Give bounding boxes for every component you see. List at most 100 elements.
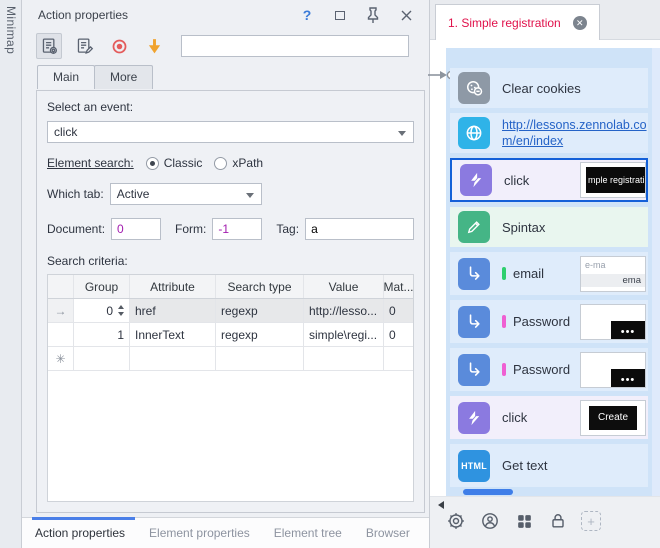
action-block-set-password[interactable]: Password ••• — [450, 300, 648, 343]
radio-xpath[interactable] — [214, 157, 227, 170]
action-block-set-email[interactable]: email e-ma ema — [450, 252, 648, 295]
cell-match[interactable]: 0 — [384, 299, 413, 322]
cell-attribute[interactable]: href — [130, 299, 216, 322]
cell-value[interactable]: simple\regi... — [304, 323, 384, 346]
radio-classic[interactable] — [146, 157, 159, 170]
record-icon[interactable] — [106, 33, 132, 59]
action-properties-tool-button[interactable] — [36, 33, 62, 59]
tag-label: Tag: — [276, 222, 299, 236]
cell-value[interactable] — [304, 347, 384, 370]
radio-classic-label[interactable]: Classic — [164, 156, 203, 170]
globe-icon — [458, 117, 490, 149]
action-block-set-password[interactable]: Password ••• — [450, 348, 648, 391]
property-tabs: Main More — [37, 65, 429, 89]
block-label: email — [513, 266, 544, 281]
search-criteria-label: Search criteria: — [47, 254, 414, 268]
block-thumbnail: mple registrati — [580, 162, 646, 198]
element-search-label[interactable]: Element search: — [47, 156, 134, 170]
edit-template-tool-button[interactable] — [71, 33, 97, 59]
bottom-tab-element-properties[interactable]: Element properties — [149, 526, 250, 540]
cell-value[interactable]: http://lesso... — [304, 299, 384, 322]
action-block-click-create[interactable]: click Create — [450, 396, 648, 439]
settings-icon[interactable] — [445, 510, 467, 532]
header-value[interactable]: Value — [304, 275, 384, 298]
form-input[interactable] — [212, 218, 262, 240]
table-new-row[interactable]: ✳ — [48, 347, 413, 371]
block-label: Password — [513, 362, 570, 377]
which-tab-label: Which tab: — [47, 187, 104, 201]
cell-group[interactable] — [74, 347, 130, 370]
project-tab[interactable]: 1. Simple registration ✕ — [435, 4, 600, 41]
close-icon[interactable] — [395, 5, 417, 25]
insert-action-arrow-icon[interactable] — [141, 33, 167, 59]
action-properties-window: Action properties ? Main More Select an … — [22, 0, 430, 548]
header-attribute[interactable]: Attribute — [130, 275, 216, 298]
cell-attribute[interactable] — [130, 347, 216, 370]
event-select[interactable]: click — [47, 121, 414, 143]
active-tab-indicator — [32, 517, 135, 520]
new-row-indicator: ✳ — [48, 347, 74, 370]
horizontal-scrollbar-thumb[interactable] — [463, 489, 513, 495]
thumbnail-password-dots: ••• — [611, 321, 645, 339]
header-search-type[interactable]: Search type — [216, 275, 304, 298]
maximize-icon[interactable] — [329, 5, 351, 25]
cell-group[interactable]: 0 — [74, 299, 130, 322]
bottom-tab-browser[interactable]: Browser — [366, 526, 410, 540]
table-row[interactable]: 1 InnerText regexp simple\regi... 0 — [48, 323, 413, 347]
minimap-label: Minimap — [4, 6, 18, 54]
thumbnail-password-dots: ••• — [611, 369, 645, 387]
bottom-tab-action-properties[interactable]: Action properties — [35, 526, 125, 540]
block-label: click — [502, 410, 527, 425]
which-tab-select[interactable]: Active — [110, 183, 262, 205]
scroll-left-icon[interactable] — [438, 501, 444, 509]
lock-icon[interactable] — [547, 510, 569, 532]
header-match[interactable]: Mat... — [384, 275, 413, 298]
profile-icon[interactable] — [479, 510, 501, 532]
event-select-value: click — [54, 125, 77, 139]
tab-more[interactable]: More — [94, 65, 153, 89]
status-marker — [502, 267, 506, 280]
cell-search-type[interactable]: regexp — [216, 299, 304, 322]
window-titlebar: Action properties ? — [22, 0, 429, 30]
set-value-icon — [458, 354, 490, 386]
flowchart-area: Clear cookies http://lessons.zennolab.co… — [430, 40, 660, 496]
action-block-goto-url[interactable]: http://lessons.zennolab.com/en/index — [450, 113, 648, 153]
cell-search-type[interactable] — [216, 347, 304, 370]
capture-icon[interactable]: + — [581, 511, 601, 531]
cell-attribute[interactable]: InnerText — [130, 323, 216, 346]
radio-xpath-label[interactable]: xPath — [232, 156, 263, 170]
cell-match[interactable]: 0 — [384, 323, 413, 346]
pin-icon[interactable] — [362, 5, 384, 25]
table-row[interactable]: → 0 href regexp http://lesso... 0 — [48, 299, 413, 323]
lightning-icon — [460, 164, 492, 196]
tab-main[interactable]: Main — [37, 65, 95, 89]
bottom-tab-element-tree[interactable]: Element tree — [274, 526, 342, 540]
group-spinner[interactable] — [118, 305, 124, 316]
document-input[interactable] — [111, 218, 161, 240]
search-criteria-table: Group Attribute Search type Value Mat...… — [47, 274, 414, 502]
block-url-link[interactable]: http://lessons.zennolab.com/en/index — [502, 117, 648, 150]
action-block-spintax[interactable]: Spintax — [450, 207, 648, 247]
action-block-click-selected[interactable]: click mple registrati — [450, 158, 648, 202]
cell-match[interactable] — [384, 347, 413, 370]
block-thumbnail: e-ma ema — [580, 256, 646, 292]
block-label: Get text — [502, 458, 548, 473]
tag-input[interactable] — [305, 218, 414, 240]
window-title: Action properties — [38, 8, 285, 22]
header-group[interactable]: Group — [74, 275, 130, 298]
thumbnail-button-text: Create — [589, 406, 637, 430]
cell-group[interactable]: 1 — [74, 323, 130, 346]
apps-icon[interactable] — [513, 510, 535, 532]
vertical-scrollbar[interactable] — [652, 48, 660, 496]
cell-search-type[interactable]: regexp — [216, 323, 304, 346]
toolbar-search-input[interactable] — [181, 35, 409, 57]
action-block-get-text[interactable]: HTML Get text — [450, 444, 648, 487]
project-status-icons: + — [445, 510, 601, 532]
project-tab-close-icon[interactable]: ✕ — [573, 16, 587, 30]
help-icon[interactable]: ? — [296, 5, 318, 25]
row-indicator-arrow: → — [48, 299, 74, 322]
action-block-clear-cookies[interactable]: Clear cookies — [450, 68, 648, 108]
main-tab-content: Select an event: click Element search: C… — [36, 90, 425, 513]
document-label: Document: — [47, 222, 105, 236]
chevron-down-icon — [246, 193, 254, 198]
